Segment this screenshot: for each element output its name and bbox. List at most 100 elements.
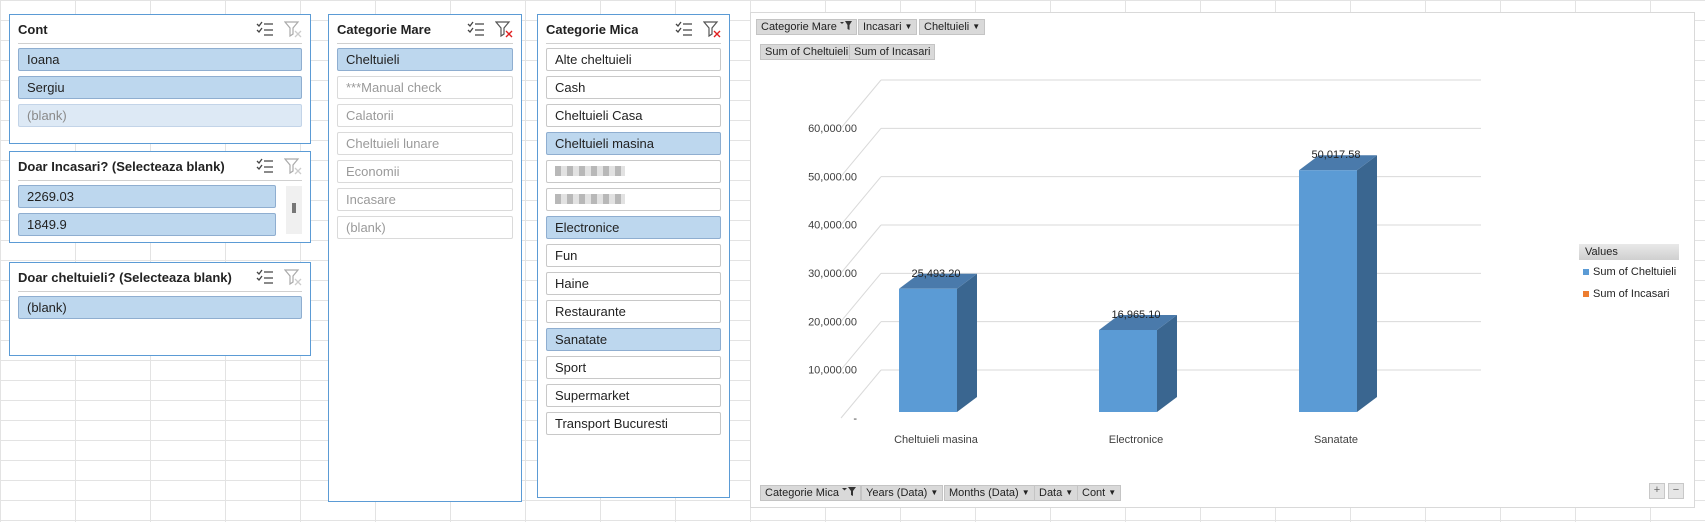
slicer-title: Categorie Mare (337, 21, 431, 37)
gridline-depth (840, 176, 882, 225)
data-label: 16,965.10 (1112, 309, 1161, 321)
scrollbar-thumb[interactable] (292, 203, 296, 213)
filter-applied-icon (841, 485, 856, 501)
dropdown-arrow-icon: ▼ (930, 488, 939, 497)
y-tick-label: 40,000.00 (808, 220, 857, 232)
clear-filter-icon[interactable] (284, 20, 302, 38)
slicer-item-haine[interactable]: Haine (546, 272, 721, 295)
legend-item-sum-cheltuieli: Sum of Cheltuieli (1583, 266, 1676, 278)
legend-swatch (1583, 291, 1589, 297)
multi-select-icon[interactable] (467, 21, 485, 37)
dropdown-arrow-icon: ▼ (1065, 488, 1074, 497)
legend-label: Sum of Cheltuieli (1593, 266, 1677, 278)
slicer-item-redacted[interactable] (546, 160, 721, 183)
slicer-item-blank[interactable]: (blank) (18, 296, 302, 319)
slicer-doar-incasari: Doar Incasari? (Selecteaza blank) 2269.0… (9, 151, 311, 243)
field-button-months[interactable]: Months (Data) ▼ (944, 485, 1035, 501)
legend-item-sum-incasari: Sum of Incasari (1583, 288, 1669, 300)
slicer-header: Categorie Mica (546, 15, 721, 44)
clear-filter-icon[interactable] (703, 20, 721, 38)
x-tick-label: Cheltuieli masina (894, 434, 979, 446)
slicer-item-redacted[interactable] (546, 188, 721, 211)
multi-select-icon[interactable] (256, 158, 274, 174)
slicer-item-economii[interactable]: Economii (337, 160, 513, 183)
slicer-item-1849[interactable]: 1849.9 (18, 213, 276, 236)
gridline-depth (840, 79, 882, 129)
slicer-item-2269[interactable]: 2269.03 (18, 185, 276, 208)
y-tick-label: 20,000.00 (808, 316, 857, 328)
field-button-categorie-mica[interactable]: Categorie Mica (760, 485, 861, 501)
slicer-item-sanatate[interactable]: Sanatate (546, 328, 721, 351)
field-button-label: Cheltuieli (924, 21, 970, 33)
field-button-label: Incasari (863, 21, 902, 33)
dropdown-arrow-icon: ▼ (904, 22, 913, 31)
multi-select-icon[interactable] (256, 21, 274, 37)
slicer-item-electronice[interactable]: Electronice (546, 216, 721, 239)
slicer-item-sport[interactable]: Sport (546, 356, 721, 379)
field-button-cheltuieli[interactable]: Cheltuieli ▼ (919, 19, 986, 35)
slicer-item-incasare[interactable]: Incasare (337, 188, 513, 211)
slicer-item-blank[interactable]: (blank) (18, 104, 302, 127)
data-label: 50,017.58 (1312, 149, 1361, 161)
gridline-depth (840, 224, 882, 274)
slicer-item-manual-check[interactable]: ***Manual check (337, 76, 513, 99)
slicer-item-cheltuieli-masina[interactable]: Cheltuieli masina (546, 132, 721, 155)
field-button-data[interactable]: Data ▼ (1034, 485, 1079, 501)
x-tick-label: Electronice (1109, 434, 1163, 446)
dropdown-arrow-icon: ▼ (1021, 488, 1030, 497)
field-button-label: Data (1039, 487, 1063, 499)
slicer-item-blank[interactable]: (blank) (337, 216, 513, 239)
collapse-field-button[interactable]: − (1668, 483, 1684, 499)
slicer-item-fun[interactable]: Fun (546, 244, 721, 267)
slicer-cont: Cont Ioana Sergiu (blank) (9, 14, 311, 144)
slicer-item-cheltuieli[interactable]: Cheltuieli (337, 48, 513, 71)
slicer-item-alte-cheltuieli[interactable]: Alte cheltuieli (546, 48, 721, 71)
slicer-header: Doar cheltuieli? (Selecteaza blank) (18, 263, 302, 292)
slicer-header: Doar Incasari? (Selecteaza blank) (18, 152, 302, 181)
y-tick-label: 60,000.00 (808, 123, 857, 135)
legend-title: Values (1579, 244, 1679, 260)
pivot-chart[interactable]: Categorie Mare Incasari ▼ Cheltuieli ▼ S… (750, 12, 1695, 508)
value-button-sum-cheltuieli[interactable]: Sum of Cheltuieli (760, 44, 854, 60)
y-tick-label: 30,000.00 (808, 268, 857, 280)
field-button-years[interactable]: Years (Data) ▼ (861, 485, 944, 501)
clear-filter-icon[interactable] (284, 268, 302, 286)
x-tick-label: Sanatate (1314, 434, 1358, 446)
slicer-item-sergiu[interactable]: Sergiu (18, 76, 302, 99)
slicer-title: Categorie Mica (546, 21, 639, 37)
legend-label: Sum of Incasari (1593, 288, 1670, 300)
slicer-item-cheltuieli-lunare[interactable]: Cheltuieli lunare (337, 132, 513, 155)
field-button-label: Categorie Mica (765, 487, 839, 499)
slicer-item-cash[interactable]: Cash (546, 76, 721, 99)
value-button-label: Sum of Incasari (854, 46, 931, 58)
slicer-categorie-mare: Categorie Mare Cheltuieli ***Manual chec… (328, 14, 522, 502)
slicer-item-cheltuieli-casa[interactable]: Cheltuieli Casa (546, 104, 721, 127)
slicer-item-calatorii[interactable]: Calatorii (337, 104, 513, 127)
slicer-item-supermarket[interactable]: Supermarket (546, 384, 721, 407)
dropdown-arrow-icon: ▼ (972, 22, 981, 31)
bar (1299, 170, 1357, 412)
slicer-item-restaurante[interactable]: Restaurante (546, 300, 721, 323)
bar-side (957, 273, 977, 412)
slicer-item-transport-bucuresti[interactable]: Transport Bucuresti (546, 412, 721, 435)
multi-select-icon[interactable] (675, 21, 693, 37)
clear-filter-icon[interactable] (495, 20, 513, 38)
slicer-item-ioana[interactable]: Ioana (18, 48, 302, 71)
field-button-label: Months (Data) (949, 487, 1019, 499)
bar-side (1157, 315, 1177, 412)
field-button-categorie-mare[interactable]: Categorie Mare (756, 19, 857, 35)
field-button-incasari[interactable]: Incasari ▼ (858, 19, 918, 35)
field-button-label: Years (Data) (866, 487, 928, 499)
field-button-cont[interactable]: Cont ▼ (1077, 485, 1122, 501)
value-button-sum-incasari[interactable]: Sum of Incasari (849, 44, 936, 60)
multi-select-icon[interactable] (256, 269, 274, 285)
slicer-title: Doar Incasari? (Selecteaza blank) (18, 158, 225, 174)
clear-filter-icon[interactable] (284, 157, 302, 175)
slicer-scrollbar[interactable] (286, 186, 302, 234)
value-button-label: Sum of Cheltuieli (765, 46, 849, 58)
filter-applied-icon (839, 19, 852, 35)
gridline-depth (840, 128, 882, 177)
slicer-categorie-mica: Categorie Mica Alte cheltuieli Cash Chel… (537, 14, 730, 498)
expand-field-button[interactable]: + (1649, 483, 1665, 499)
y-tick-label: 10,000.00 (808, 365, 857, 377)
